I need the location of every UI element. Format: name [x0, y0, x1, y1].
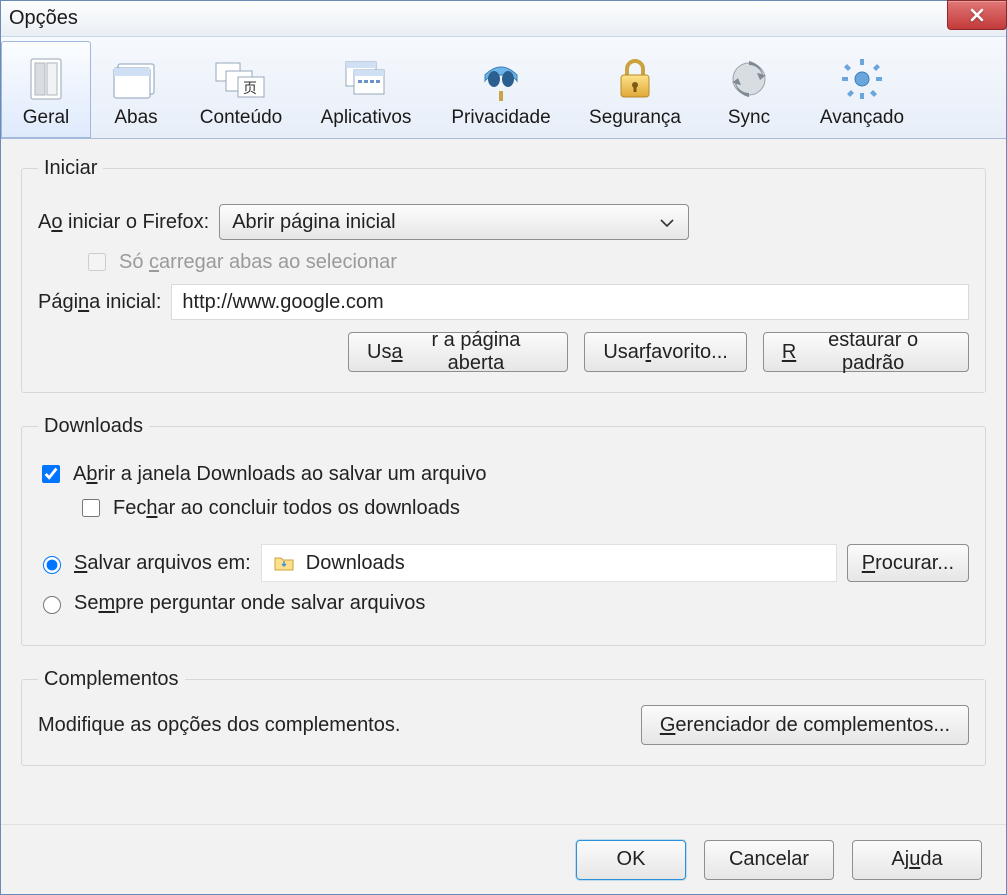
row-so-carregar: Só carregar abas ao selecionar — [38, 250, 969, 274]
radio-sempre-perguntar[interactable]: Sempre perguntar onde salvar arquivos — [38, 592, 425, 615]
radio-salvar-em-input[interactable] — [43, 556, 61, 574]
checkbox-fechar-concluir-input[interactable] — [82, 499, 100, 517]
complementos-desc: Modifique as opções dos complementos. — [38, 714, 400, 737]
tab-avancado-label: Avançado — [820, 107, 904, 129]
homepage-buttons: Usar a página aberta Usar favorito... Re… — [38, 332, 969, 372]
label-fechar-concluir: Fechar ao concluir todos os downloads — [113, 497, 460, 520]
use-bookmark-button[interactable]: Usar favorito... — [584, 332, 747, 372]
security-icon — [615, 53, 655, 105]
label-pagina-inicial: Página inicial: — [38, 291, 161, 314]
tab-privacidade-label: Privacidade — [451, 107, 550, 129]
addons-manager-button[interactable]: Gerenciador de complementos... — [641, 705, 969, 745]
label-abrir-janela: Abrir a janela Downloads ao salvar um ar… — [73, 463, 487, 486]
checkbox-abrir-janela[interactable]: Abrir a janela Downloads ao salvar um ar… — [38, 462, 487, 486]
radio-sempre-perguntar-input[interactable] — [43, 596, 61, 614]
ok-button[interactable]: OK — [576, 840, 686, 880]
use-current-page-button[interactable]: Usar a página aberta — [348, 332, 568, 372]
tab-seguranca[interactable]: Segurança — [571, 41, 699, 138]
titlebar: Opções — [1, 1, 1006, 37]
checkbox-so-carregar: Só carregar abas ao selecionar — [84, 250, 397, 274]
legend-downloads: Downloads — [38, 415, 149, 438]
help-button[interactable]: Ajuda — [852, 840, 982, 880]
row-fechar-concluir: Fechar ao concluir todos os downloads — [38, 496, 969, 520]
sync-icon — [727, 53, 771, 105]
advanced-icon — [839, 53, 885, 105]
label-salvar-em: Salvar arquivos em: — [74, 552, 251, 575]
options-window: Opções Geral Abas 页 Conteúdo — [0, 0, 1007, 895]
row-abrir-janela: Abrir a janela Downloads ao salvar um ar… — [38, 462, 969, 486]
tab-geral-label: Geral — [23, 107, 69, 129]
tab-seguranca-label: Segurança — [589, 107, 681, 129]
homepage-input[interactable] — [171, 284, 969, 320]
row-ao-iniciar: Ao iniciar o Firefox: Abrir página inici… — [38, 204, 969, 240]
browse-button[interactable]: Procurar... — [847, 544, 969, 582]
row-complementos: Modifique as opções dos complementos. Ge… — [38, 705, 969, 745]
tab-aplicativos[interactable]: Aplicativos — [301, 41, 431, 138]
label-so-carregar: Só carregar abas ao selecionar — [119, 251, 397, 274]
row-sempre-perguntar: Sempre perguntar onde salvar arquivos — [38, 592, 969, 615]
tab-privacidade[interactable]: Privacidade — [431, 41, 571, 138]
tab-sync[interactable]: Sync — [699, 41, 799, 138]
tab-sync-label: Sync — [728, 107, 770, 129]
window-title: Opções — [9, 7, 998, 30]
close-button[interactable] — [947, 0, 1007, 30]
content-area: Iniciar Ao iniciar o Firefox: Abrir pági… — [1, 139, 1006, 824]
svg-text:页: 页 — [243, 80, 257, 96]
radio-salvar-em[interactable]: Salvar arquivos em: — [38, 552, 251, 575]
checkbox-so-carregar-input — [88, 253, 106, 271]
group-complementos: Complementos Modifique as opções dos com… — [21, 668, 986, 766]
restore-default-button[interactable]: Restaurar o padrão — [763, 332, 969, 372]
label-sempre-perguntar: Sempre perguntar onde salvar arquivos — [74, 592, 425, 615]
tab-aplicativos-label: Aplicativos — [321, 107, 412, 129]
apps-icon — [340, 53, 392, 105]
category-toolbar: Geral Abas 页 Conteúdo Aplicativos Privac… — [1, 37, 1006, 139]
group-downloads: Downloads Abrir a janela Downloads ao sa… — [21, 415, 986, 646]
download-folder-name: Downloads — [306, 552, 405, 575]
chevron-down-icon — [660, 211, 674, 234]
checkbox-abrir-janela-input[interactable] — [42, 465, 60, 483]
general-icon — [28, 53, 64, 105]
cancel-button[interactable]: Cancelar — [704, 840, 834, 880]
tab-geral[interactable]: Geral — [1, 41, 91, 138]
legend-complementos: Complementos — [38, 668, 185, 691]
tab-conteudo[interactable]: 页 Conteúdo — [181, 41, 301, 138]
download-folder-display: Downloads — [261, 544, 837, 582]
row-pagina-inicial: Página inicial: — [38, 284, 969, 320]
startup-select-value: Abrir página inicial — [232, 211, 395, 234]
close-icon — [969, 7, 985, 23]
checkbox-fechar-concluir[interactable]: Fechar ao concluir todos os downloads — [78, 496, 460, 520]
tab-conteudo-label: Conteúdo — [200, 107, 282, 129]
privacy-icon — [479, 53, 523, 105]
legend-iniciar: Iniciar — [38, 157, 103, 180]
folder-icon — [274, 555, 294, 571]
group-iniciar: Iniciar Ao iniciar o Firefox: Abrir pági… — [21, 157, 986, 393]
tab-avancado[interactable]: Avançado — [799, 41, 925, 138]
tab-abas-label: Abas — [114, 107, 157, 129]
label-ao-iniciar: Ao iniciar o Firefox: — [38, 211, 209, 234]
tab-abas[interactable]: Abas — [91, 41, 181, 138]
content-icon: 页 — [214, 53, 268, 105]
dialog-footer: OK Cancelar Ajuda — [1, 824, 1006, 894]
tabs-icon — [110, 53, 162, 105]
startup-select[interactable]: Abrir página inicial — [219, 204, 689, 240]
row-salvar-em: Salvar arquivos em: Downloads Procurar..… — [38, 544, 969, 582]
